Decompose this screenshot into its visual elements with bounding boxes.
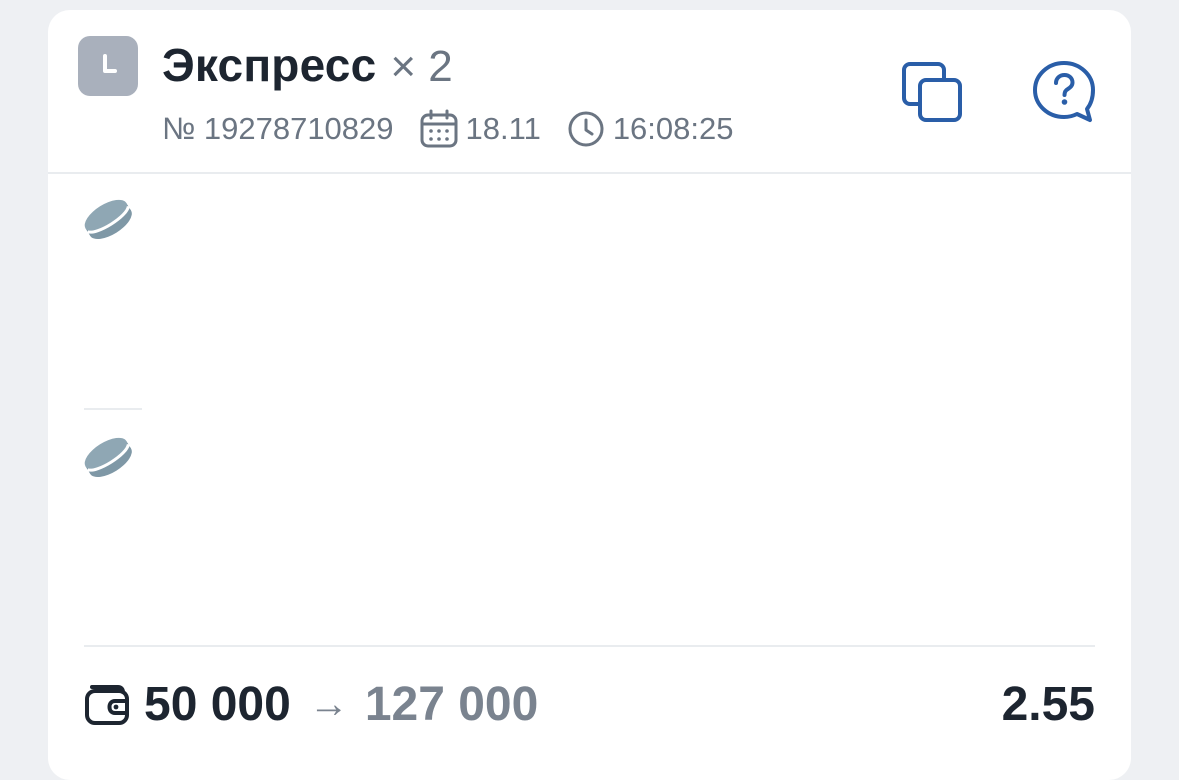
time-icon [568, 111, 604, 147]
bet-title: Экспресс × 2 [162, 38, 453, 92]
total-odds: 2.55 [1001, 677, 1095, 731]
bet-header: Экспресс × 2 № 19278710829 18.11 16:08:2… [48, 10, 1131, 174]
stake-amount: 50 000 [144, 677, 291, 731]
bet-multiplier: × 2 [390, 42, 453, 91]
footer-divider [84, 645, 1095, 647]
help-chat-icon [1033, 61, 1095, 122]
bet-meta: № 19278710829 18.11 16:08:25 [162, 109, 733, 149]
calendar-icon [420, 109, 458, 148]
hockey-puck-icon [84, 437, 132, 478]
bet-card: Экспресс × 2 № 19278710829 18.11 16:08:2… [48, 10, 1131, 780]
arrow-right-icon: → [308, 681, 349, 726]
bet-footer: 50 000 → 127 000 2.55 [84, 672, 1095, 736]
hockey-puck-icon [84, 199, 132, 240]
bet-date: 18.11 [420, 109, 541, 149]
wallet-icon [85, 685, 129, 725]
bet-date-value: 18.11 [465, 111, 541, 146]
bet-number: № 19278710829 [162, 111, 394, 146]
event-row [82, 431, 134, 483]
bet-time-value: 16:08:25 [612, 111, 734, 146]
copy-icon [902, 62, 962, 122]
clock-icon [78, 36, 138, 96]
payout-amount: 127 000 [364, 677, 539, 731]
help-button[interactable] [1030, 58, 1098, 126]
bet-type-label: Экспресс [162, 39, 377, 91]
copy-button[interactable] [900, 60, 966, 126]
bet-time: 16:08:25 [567, 110, 734, 148]
event-row [82, 193, 134, 245]
event-divider [84, 408, 142, 410]
